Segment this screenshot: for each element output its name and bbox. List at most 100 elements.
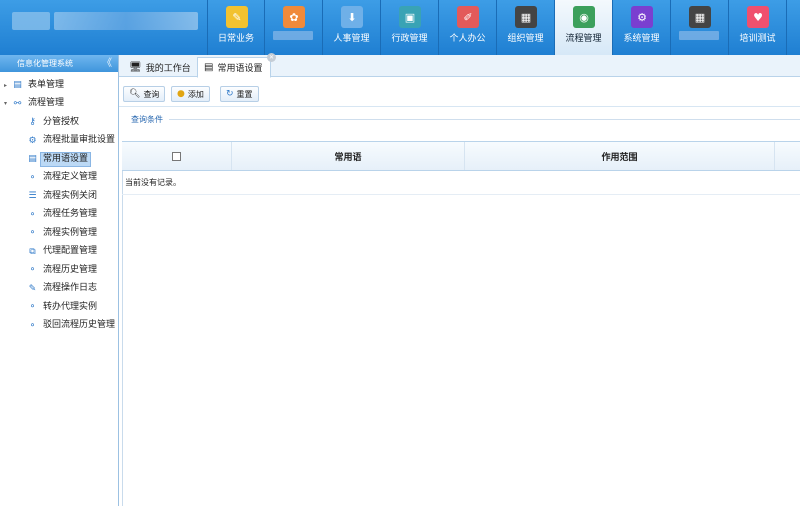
- divider: [169, 119, 800, 120]
- nav-item-7[interactable]: ⚙ 系统管理: [613, 0, 671, 55]
- sidebar-subitem-8[interactable]: ⚬ 流程历史管理: [0, 261, 118, 280]
- empty-message: 当前没有记录。: [122, 171, 800, 195]
- person-icon: ⬇: [341, 6, 363, 28]
- sidebar-title: 信息化管理系统: [17, 59, 73, 68]
- query-button-label: 查询: [143, 89, 160, 99]
- search-icon: 🔍︎: [129, 89, 141, 99]
- flow-node-icon: ⚬: [28, 265, 37, 276]
- sidebar-subitem-2[interactable]: ▤ 常用语设置: [0, 150, 118, 169]
- user-key-icon: ⚷: [29, 117, 36, 128]
- nav-label: 个人办公: [449, 34, 486, 44]
- tab-phrase-settings[interactable]: ▤ 常用语设置 ✕: [197, 53, 276, 78]
- sidebar-subitem-1[interactable]: ⚙ 流程批量审批设置: [0, 132, 118, 151]
- heart-icon: ♥: [747, 6, 769, 28]
- nav-item-6[interactable]: ◉ 流程管理: [555, 0, 613, 55]
- log-icon: ✎: [28, 283, 37, 294]
- flower-icon: ✿: [283, 6, 305, 28]
- nav-item-2[interactable]: ⬇ 人事管理: [323, 0, 381, 55]
- tree-item-label: 流程实例管理: [43, 227, 98, 238]
- column-header-extra: [775, 142, 800, 170]
- tab-label: 常用语设置: [217, 64, 263, 74]
- expanded-arrow-icon[interactable]: ▾: [4, 100, 12, 107]
- system-title-redacted: [54, 12, 198, 30]
- add-button-label: 添加: [187, 89, 204, 99]
- monitor-icon: ▦: [689, 6, 711, 28]
- sidebar-subitem-4[interactable]: ☰ 流程实例关闭: [0, 187, 118, 206]
- pen-icon: ✐: [457, 6, 479, 28]
- phrase-icon: ▤: [28, 154, 37, 165]
- form-icon: ▤: [13, 80, 22, 91]
- column-header-phrase[interactable]: 常用语: [232, 142, 465, 170]
- query-button[interactable]: 🔍︎ 查询: [123, 86, 166, 102]
- nav-label: 人事管理: [333, 34, 370, 44]
- nav-label: 组织管理: [507, 34, 544, 44]
- tree-item-label: 流程管理: [28, 98, 65, 109]
- nav-item-9[interactable]: ♥ 培训测试: [729, 0, 787, 55]
- reset-button-label: 重置: [236, 89, 253, 99]
- close-icon[interactable]: ✕: [267, 53, 276, 62]
- select-all-column: [122, 142, 232, 170]
- nav-label-redacted: [679, 31, 719, 40]
- nav-item-8[interactable]: ▦: [671, 0, 729, 55]
- sidebar-subitem-7[interactable]: ⧉ 代理配置管理: [0, 243, 118, 262]
- sidebar-item-form-management[interactable]: ▸ ▤ 表单管理: [0, 76, 118, 95]
- tree-item-label: 流程操作日志: [43, 283, 98, 294]
- gear-icon: ⚙: [631, 6, 653, 28]
- flow-icon: ◉: [573, 6, 595, 28]
- tab-my-workbench[interactable]: 🖥 我的工作台: [123, 57, 197, 77]
- nav-item-4[interactable]: ✐ 个人办公: [439, 0, 497, 55]
- nav-label: 系统管理: [623, 34, 660, 44]
- sidebar-subitem-5[interactable]: ⚬ 流程任务管理: [0, 206, 118, 225]
- add-icon: ●: [177, 89, 185, 99]
- nav-label: 日常业务: [217, 34, 254, 44]
- tree-item-label: 分管授权: [43, 116, 80, 127]
- column-header-scope[interactable]: 作用范围: [465, 142, 775, 170]
- tree-item-label: 流程历史管理: [43, 264, 98, 275]
- tree-item-label: 代理配置管理: [43, 246, 98, 257]
- add-button[interactable]: ● 添加: [171, 86, 210, 102]
- admin-icon: ▣: [399, 6, 421, 28]
- flow-node-icon: ⚬: [28, 302, 37, 313]
- nav-item-1[interactable]: ✿: [265, 0, 323, 55]
- collapsed-arrow-icon[interactable]: ▸: [4, 82, 12, 89]
- nav-label: 培训测试: [739, 34, 776, 44]
- data-grid: 常用语 作用范围 当前没有记录。: [122, 141, 800, 195]
- note-icon: ✎: [226, 6, 248, 28]
- flow-node-icon: ⚬: [28, 228, 37, 239]
- nav-item-0[interactable]: ✎ 日常业务: [207, 0, 265, 55]
- workflow-icon: ⚯: [13, 98, 22, 109]
- grid-header: 常用语 作用范围: [122, 141, 800, 171]
- sidebar-item-workflow-management[interactable]: ▾ ⚯ 流程管理: [0, 95, 118, 114]
- top-nav: ✎ 日常业务 ✿ ⬇ 人事管理 ▣ 行政管理 ✐ 个人办公 ▦ 组织管理 ◉ 流程管理 ⚙ 系统管理 ▦ ♥ 培训…: [207, 0, 787, 55]
- flow-node-icon: ⚬: [28, 172, 37, 183]
- gear-icon: ⚙: [28, 135, 37, 146]
- tree-item-label: 流程任务管理: [43, 209, 98, 220]
- sidebar-subitem-10[interactable]: ⚬ 转办代理实例: [0, 298, 118, 317]
- sidebar-subitem-3[interactable]: ⚬ 流程定义管理: [0, 169, 118, 188]
- toolbar: 🔍︎ 查询 ● 添加 ↻ 重置: [119, 78, 800, 107]
- sidebar-subitem-0[interactable]: ⚷ 分管授权: [0, 113, 118, 132]
- sidebar-tree: ▸ ▤ 表单管理 ▾ ⚯ 流程管理 ⚷ 分管授权 ⚙ 流程批量审批设置 ▤ 常用语设置 ⚬ 流程定义管理 ☰…: [0, 72, 118, 335]
- tree-item-label: 表单管理: [28, 79, 65, 90]
- sidebar-header: 信息化管理系统 《: [0, 55, 118, 72]
- nav-item-3[interactable]: ▣ 行政管理: [381, 0, 439, 55]
- divider: [122, 141, 123, 506]
- sidebar-subitem-9[interactable]: ✎ 流程操作日志: [0, 280, 118, 299]
- refresh-icon: ↻: [226, 89, 234, 99]
- sidebar-subitem-11[interactable]: ⚬ 驳回流程历史管理: [0, 317, 118, 336]
- nav-item-5[interactable]: ▦ 组织管理: [497, 0, 555, 55]
- select-all-checkbox[interactable]: [172, 151, 181, 161]
- tree-item-label: 常用语设置: [40, 151, 92, 167]
- query-section-label: 查询条件: [131, 115, 163, 124]
- tree-item-label: 流程批量审批设置: [42, 135, 115, 146]
- reset-button[interactable]: ↻ 重置: [220, 86, 259, 102]
- nav-label-redacted: [273, 31, 313, 40]
- nav-label: 行政管理: [391, 34, 428, 44]
- sidebar-subitem-6[interactable]: ⚬ 流程实例管理: [0, 224, 118, 243]
- tab-label: 我的工作台: [145, 63, 191, 74]
- monitor-icon: ▦: [515, 6, 537, 28]
- nav-label: 流程管理: [565, 34, 602, 44]
- flow-node-icon: ⚬: [28, 320, 37, 331]
- proxy-icon: ⧉: [29, 246, 36, 257]
- collapse-icon[interactable]: 《: [102, 55, 112, 72]
